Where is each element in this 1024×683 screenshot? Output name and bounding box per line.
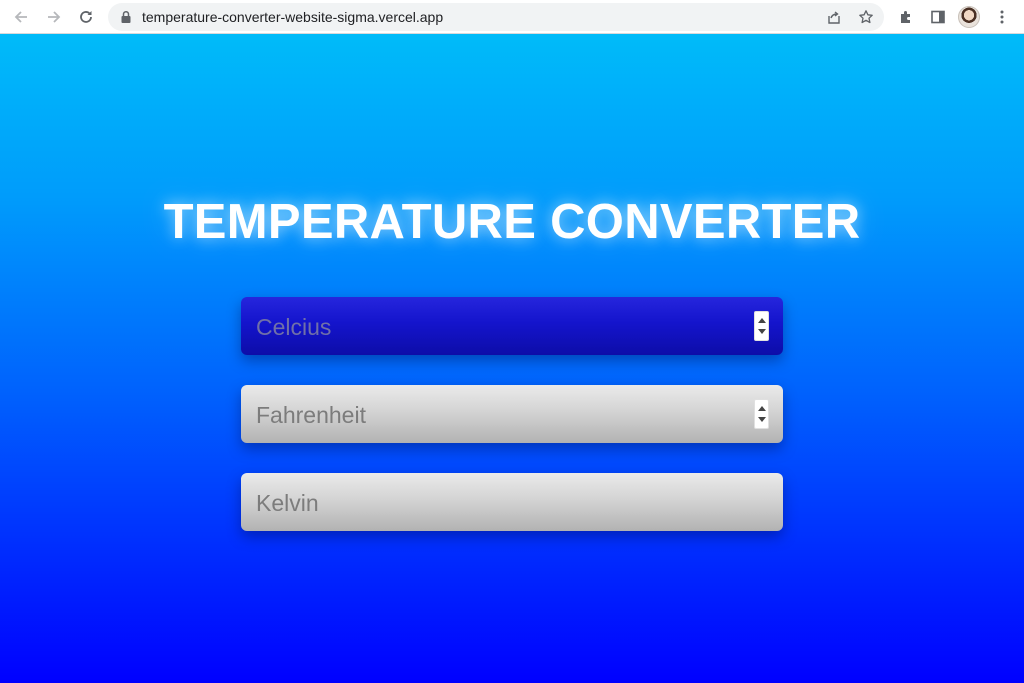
kelvin-placeholder: Kelvin xyxy=(256,490,319,516)
celcius-input[interactable]: Celcius xyxy=(241,297,783,355)
fahrenheit-input[interactable]: Fahrenheit xyxy=(241,385,783,443)
stepper-down-icon[interactable] xyxy=(758,417,766,422)
kebab-menu-icon[interactable] xyxy=(990,5,1014,29)
browser-toolbar: temperature-converter-website-sigma.verc… xyxy=(0,0,1024,34)
celcius-placeholder: Celcius xyxy=(256,314,332,340)
address-bar[interactable]: temperature-converter-website-sigma.verc… xyxy=(108,3,884,31)
avatar[interactable] xyxy=(958,6,980,28)
stepper-up-icon[interactable] xyxy=(758,318,766,323)
side-panel-icon[interactable] xyxy=(926,5,950,29)
kelvin-input[interactable]: Kelvin xyxy=(241,473,783,531)
celcius-stepper[interactable] xyxy=(754,311,769,341)
puzzle-icon[interactable] xyxy=(894,5,918,29)
lock-icon[interactable] xyxy=(119,10,133,24)
forward-arrow-icon[interactable] xyxy=(42,5,66,29)
reload-icon[interactable] xyxy=(74,5,98,29)
page-title: TEMPERATURE CONVERTER xyxy=(163,195,861,249)
fahrenheit-placeholder: Fahrenheit xyxy=(256,402,366,428)
share-icon[interactable] xyxy=(824,7,844,27)
back-arrow-icon[interactable] xyxy=(9,5,33,29)
fahrenheit-stepper[interactable] xyxy=(754,399,769,429)
url-text[interactable]: temperature-converter-website-sigma.verc… xyxy=(142,9,443,25)
page-background: TEMPERATURE CONVERTER Celcius Fahrenheit… xyxy=(0,34,1024,683)
star-icon[interactable] xyxy=(856,7,876,27)
stepper-down-icon[interactable] xyxy=(758,329,766,334)
stepper-up-icon[interactable] xyxy=(758,406,766,411)
